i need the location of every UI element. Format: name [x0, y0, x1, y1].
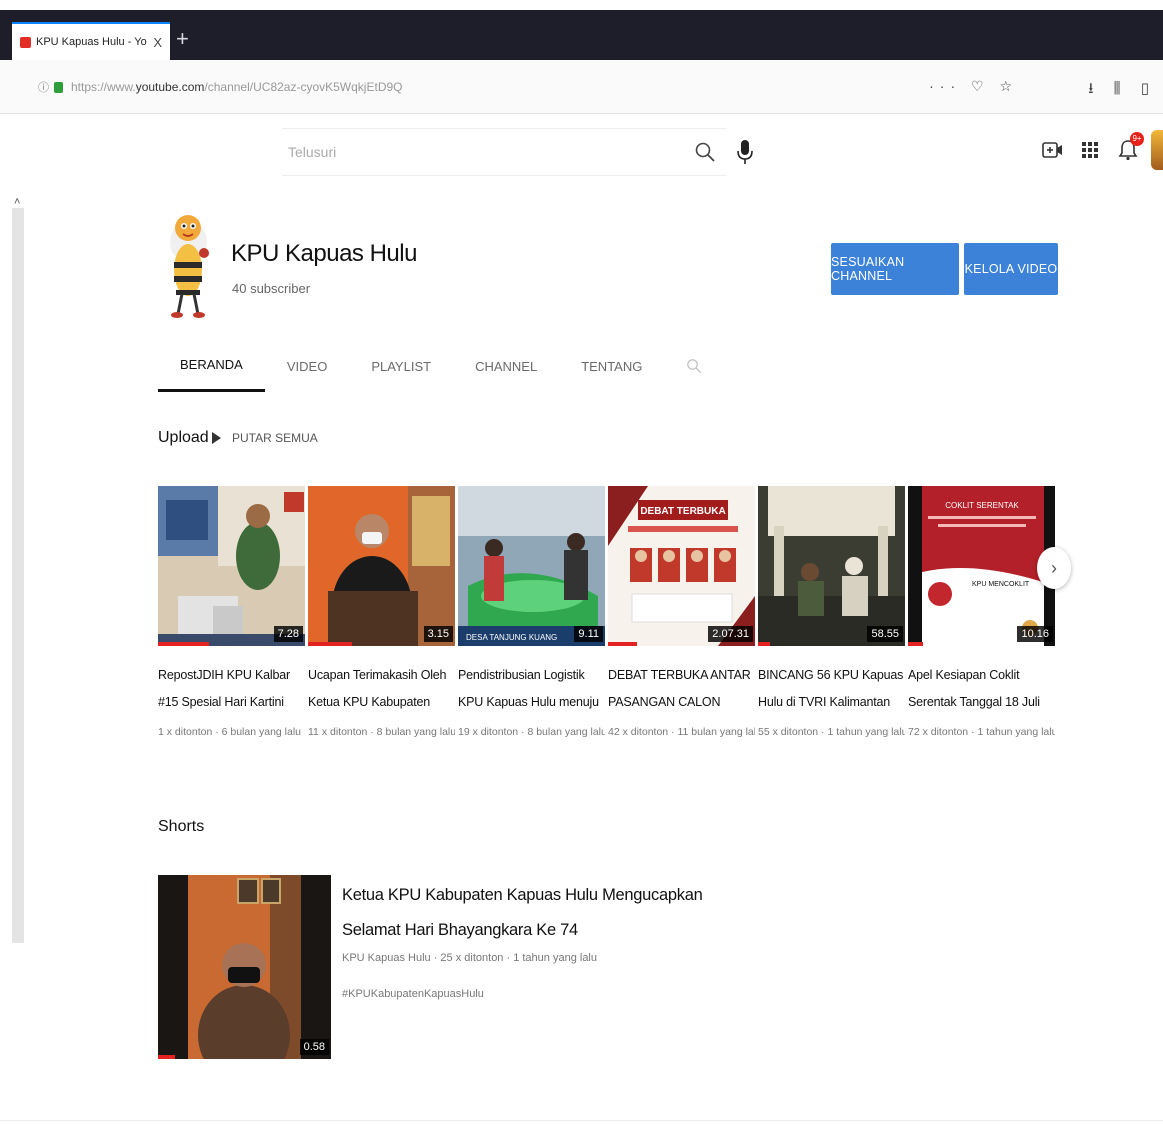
video-duration: 10.16	[1017, 626, 1053, 642]
thumbnail-image	[758, 486, 905, 646]
url-text[interactable]: https://www.youtube.com/channel/UC82az-c…	[71, 80, 403, 94]
video-meta: 19 x ditonton · 8 bulan yang lalu	[458, 726, 605, 738]
tab-beranda[interactable]: BERANDA	[158, 340, 265, 392]
tab-video[interactable]: VIDEO	[265, 340, 349, 392]
tab-tentang[interactable]: TENTANG	[559, 340, 664, 392]
thumbnail-image	[158, 486, 305, 646]
video-duration: 0.58	[299, 1039, 329, 1055]
channel-search-button[interactable]	[664, 340, 724, 392]
thumbnail-image: DESA TANJUNG KUANG	[458, 486, 605, 646]
microphone-icon[interactable]	[736, 139, 754, 165]
chevron-right-icon: ›	[1051, 557, 1057, 578]
video-thumbnail[interactable]: 3.15	[308, 486, 455, 646]
lock-icon	[54, 81, 63, 93]
video-title[interactable]: Pendistribusian Logistik KPU Kapuas Hulu…	[458, 662, 605, 716]
thumbnail-image	[308, 486, 455, 646]
short-title[interactable]: Ketua KPU Kabupaten Kapuas Hulu Mengucap…	[342, 878, 762, 948]
thumbnail-caption: DESA TANJUNG KUANG	[466, 633, 557, 642]
video-card[interactable]: DESA TANJUNG KUANG 9.11 Pendistribusian …	[458, 486, 605, 738]
video-meta: 1 x ditonton · 6 bulan yang lalu	[158, 726, 302, 738]
thumbnail-image	[158, 875, 331, 1059]
video-card[interactable]: COKLIT SERENTAK KPU MENCOKLIT 10.16 Apel…	[908, 486, 1055, 738]
search-input[interactable]	[282, 144, 672, 160]
video-meta: 72 x ditonton · 1 tahun yang lalu	[908, 726, 1055, 738]
video-card[interactable]: 7.28 RepostJDIH KPU Kalbar #15 Spesial H…	[158, 486, 305, 738]
manage-videos-button[interactable]: KELOLA VIDEO	[964, 243, 1058, 295]
video-thumbnail[interactable]: DEBAT TERBUKA 2.07.31	[608, 486, 755, 646]
video-thumbnail[interactable]: 7.28	[158, 486, 305, 646]
toolbar-icons[interactable]: ⭳ ⫼ ▯	[1088, 78, 1157, 103]
create-video-icon[interactable]	[1040, 138, 1064, 162]
video-meta: 11 x ditonton · 8 bulan yang lalu	[308, 726, 455, 738]
channel-name: KPU Kapuas Hulu	[231, 240, 417, 267]
watch-progress-bar	[758, 642, 770, 646]
masthead-actions: 9+	[1040, 132, 1144, 162]
account-avatar[interactable]	[1151, 130, 1163, 170]
channel-tabs: BERANDA VIDEO PLAYLIST CHANNEL TENTANG	[158, 340, 724, 392]
page-actions-icons[interactable]: ··· ♡ ☆	[929, 78, 1018, 95]
browser-tabbar: KPU Kapuas Hulu - YouTube X +	[0, 10, 1163, 60]
tab-channel[interactable]: CHANNEL	[453, 340, 559, 392]
scroll-up-arrow-icon[interactable]: ˄	[14, 196, 20, 208]
browser-navbar: ⓘ https://www.youtube.com/channel/UC82az…	[0, 60, 1163, 114]
new-tab-button[interactable]: +	[176, 28, 189, 50]
browser-tab-title: KPU Kapuas Hulu - YouTube	[36, 36, 147, 48]
channel-avatar-mascot	[170, 215, 209, 318]
video-duration: 2.07.31	[708, 626, 753, 642]
video-card[interactable]: 3.15 Ucapan Terimakasih Oleh Ketua KPU K…	[308, 486, 455, 738]
watch-progress-bar	[308, 642, 353, 646]
browser-tab[interactable]: KPU Kapuas Hulu - YouTube X	[12, 22, 170, 60]
thumbnail-image: COKLIT SERENTAK KPU MENCOKLIT	[908, 486, 1055, 646]
thumbnail-image: DEBAT TERBUKA	[608, 486, 755, 646]
search-icon	[687, 359, 702, 374]
apps-grid-icon[interactable]	[1078, 138, 1102, 162]
youtube-favicon-icon	[20, 36, 31, 48]
play-all-label: PUTAR SEMUA	[232, 431, 318, 445]
video-duration: 3.15	[423, 626, 453, 642]
thumbnail-badge: KPU MENCOKLIT	[972, 581, 1030, 588]
short-thumbnail[interactable]: 0.58	[158, 875, 331, 1059]
watch-progress-bar	[158, 642, 210, 646]
short-hashtag[interactable]: #KPUKabupatenKapuasHulu	[342, 988, 484, 1000]
shorts-section-title: Shorts	[158, 818, 205, 835]
customize-channel-button[interactable]: SESUAIKAN CHANNEL	[831, 243, 959, 295]
close-tab-icon[interactable]: X	[153, 35, 162, 50]
video-title[interactable]: BINCANG 56 KPU Kapuas Hulu di TVRI Kalim…	[758, 662, 905, 716]
play-all-button[interactable]: PUTAR SEMUA	[212, 431, 318, 445]
video-card[interactable]: 58.55 BINCANG 56 KPU Kapuas Hulu di TVRI…	[758, 486, 905, 738]
info-icon[interactable]: ⓘ	[38, 79, 49, 95]
upload-video-list: 7.28 RepostJDIH KPU Kalbar #15 Spesial H…	[158, 486, 1058, 766]
divider	[0, 1120, 1163, 1121]
tab-playlist[interactable]: PLAYLIST	[349, 340, 453, 392]
video-thumbnail[interactable]: 58.55	[758, 486, 905, 646]
video-duration: 9.11	[574, 626, 603, 642]
carousel-next-button[interactable]: ›	[1037, 547, 1071, 589]
video-duration: 58.55	[867, 626, 903, 642]
address-bar[interactable]: ⓘ https://www.youtube.com/channel/UC82az…	[28, 70, 1028, 104]
video-card[interactable]: DEBAT TERBUKA 2.07.31 DEBAT TERBUKA ANTA…	[608, 486, 755, 738]
upload-section-title: Upload	[158, 429, 209, 446]
short-meta: KPU Kapuas Hulu · 25 x ditonton · 1 tahu…	[342, 952, 597, 964]
notification-badge: 9+	[1130, 132, 1144, 146]
video-meta: 55 x ditonton · 1 tahun yang lalu	[758, 726, 905, 738]
video-duration: 7.28	[273, 626, 303, 642]
subscriber-count: 40 subscriber	[232, 281, 311, 296]
watch-progress-bar	[908, 642, 923, 646]
video-title[interactable]: Ucapan Terimakasih Oleh Ketua KPU Kabupa…	[308, 662, 455, 716]
video-thumbnail[interactable]: COKLIT SERENTAK KPU MENCOKLIT 10.16	[908, 486, 1055, 646]
video-title[interactable]: DEBAT TERBUKA ANTAR PASANGAN CALON BUPAT…	[608, 662, 755, 716]
video-title[interactable]: RepostJDIH KPU Kalbar #15 Spesial Hari K…	[158, 662, 305, 716]
search-icon[interactable]	[694, 141, 716, 163]
thumbnail-banner: DEBAT TERBUKA	[640, 506, 725, 517]
notifications-button[interactable]: 9+	[1116, 132, 1144, 162]
thumbnail-banner: COKLIT SERENTAK	[945, 501, 1019, 510]
watch-progress-bar	[158, 1055, 176, 1059]
watch-progress-bar	[608, 642, 638, 646]
video-thumbnail[interactable]: DESA TANJUNG KUANG 9.11	[458, 486, 605, 646]
play-icon	[212, 432, 221, 444]
video-meta: 42 x ditonton · 11 bulan yang lalu	[608, 726, 755, 738]
scrollbar[interactable]	[12, 208, 24, 943]
search-box	[282, 128, 727, 176]
video-title[interactable]: Apel Kesiapan Coklit Serentak Tanggal 18…	[908, 662, 1055, 716]
